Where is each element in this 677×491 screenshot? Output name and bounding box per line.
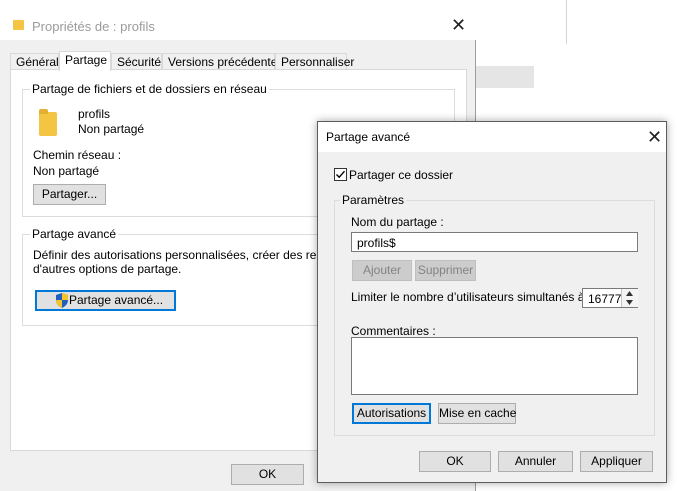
apply-button[interactable]: Appliquer xyxy=(580,451,653,472)
user-limit-label: Limiter le nombre d’utilisateurs simulta… xyxy=(351,290,592,304)
comments-textarea[interactable] xyxy=(351,337,638,395)
remove-button[interactable]: Supprimer xyxy=(415,260,476,281)
advanced-sharing-title: Partage avancé xyxy=(326,130,411,144)
parameters-legend: Paramètres xyxy=(340,193,407,207)
close-icon[interactable]: ✕ xyxy=(451,16,466,34)
tab-security[interactable]: Sécurité xyxy=(111,53,162,70)
folder-icon xyxy=(39,109,57,136)
share-name-value: profils$ xyxy=(357,236,396,250)
advanced-sharing-button[interactable]: Partage avancé... xyxy=(35,290,176,311)
share-button[interactable]: Partager... xyxy=(33,184,106,205)
cancel-button[interactable]: Annuler xyxy=(498,451,573,472)
uac-shield-icon xyxy=(56,293,68,308)
user-limit-stepper[interactable]: 16777 xyxy=(582,288,638,308)
network-sharing-legend: Partage de fichiers et de dossiers en ré… xyxy=(30,82,269,96)
background-window-edge xyxy=(566,0,677,44)
advanced-sharing-description-line1: Définir des autorisations personnalisées… xyxy=(33,248,359,262)
properties-ok-button[interactable]: OK xyxy=(231,464,304,485)
network-path-value: Non partagé xyxy=(33,164,100,178)
folder-icon xyxy=(13,20,24,30)
advanced-sharing-dialog: Partage avancé ✕ Partager ce dossier Par… xyxy=(317,121,667,483)
permissions-button[interactable]: Autorisations xyxy=(352,403,431,424)
advanced-sharing-description-line2: d'autres options de partage. xyxy=(33,262,182,276)
share-folder-checkbox[interactable] xyxy=(334,168,347,181)
caching-button[interactable]: Mise en cache xyxy=(438,403,516,424)
share-status: Non partagé xyxy=(78,122,145,136)
advanced-sharing-button-label: Partage avancé... xyxy=(69,293,164,307)
add-button[interactable]: Ajouter xyxy=(352,260,412,281)
tab-previous-versions[interactable]: Versions précédentes xyxy=(162,53,283,70)
share-folder-label[interactable]: Partager ce dossier xyxy=(349,168,453,182)
properties-titlebar: Propriétés de : profils ✕ xyxy=(0,0,476,40)
advanced-sharing-titlebar: Partage avancé ✕ xyxy=(318,122,666,152)
properties-title: Propriétés de : profils xyxy=(32,19,155,34)
tab-customize[interactable]: Personnaliser xyxy=(275,53,354,70)
network-path-label: Chemin réseau : xyxy=(33,148,122,162)
folder-name: profils xyxy=(78,107,111,121)
chevron-down-icon[interactable] xyxy=(621,298,638,307)
checkmark-icon xyxy=(336,170,346,179)
tab-general[interactable]: Général xyxy=(10,53,59,70)
comments-label: Commentaires : xyxy=(351,324,436,338)
tab-sharing[interactable]: Partage xyxy=(59,51,111,71)
background-selection-bar xyxy=(476,66,534,88)
user-limit-value: 16777 xyxy=(588,292,622,306)
advanced-sharing-legend: Partage avancé xyxy=(30,227,119,241)
share-name-label: Nom du partage : xyxy=(351,215,444,229)
share-name-input[interactable]: profils$ xyxy=(351,232,638,252)
ok-button[interactable]: OK xyxy=(419,451,491,472)
close-icon[interactable]: ✕ xyxy=(647,128,662,146)
